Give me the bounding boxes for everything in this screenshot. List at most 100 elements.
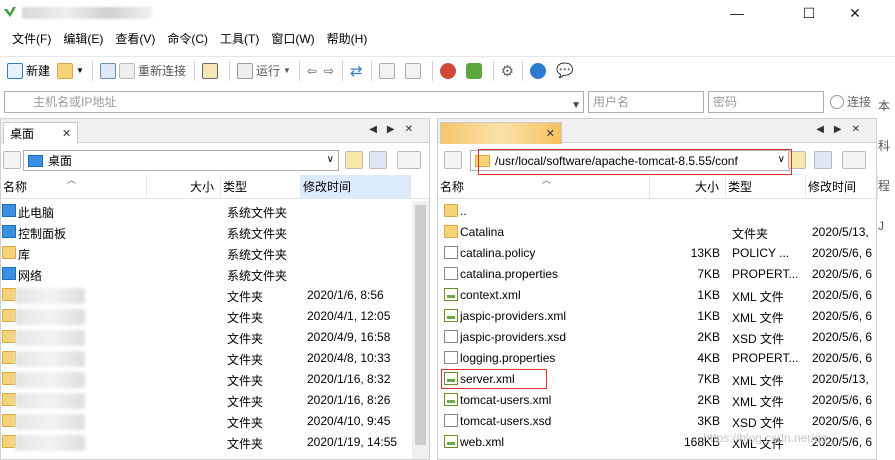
desktop-icon	[28, 154, 43, 167]
username-input[interactable]: 用户名	[588, 91, 704, 113]
file-row[interactable]: 网络 系统文件夹	[1, 264, 429, 285]
open-folder-button[interactable]: ▼	[54, 59, 87, 83]
menu-window[interactable]: 窗口(W)	[265, 28, 320, 50]
forward-button[interactable]: ⇨	[321, 59, 337, 83]
close-button[interactable]: ✕	[832, 0, 878, 26]
parent-folder-icon[interactable]	[345, 151, 363, 169]
folder-icon	[2, 309, 16, 322]
cell-name: ..	[460, 204, 467, 218]
local-scrollbar[interactable]	[412, 201, 429, 459]
file-row[interactable]: h……in文件夹2020/4/9, 16:58	[1, 327, 429, 348]
minimize-button[interactable]: —	[714, 0, 760, 26]
maximize-button[interactable]: ☐	[786, 0, 832, 26]
cell-name: catalina.policy	[460, 246, 536, 260]
new-button[interactable]: 新建	[4, 59, 53, 83]
menu-edit[interactable]: 编辑(E)	[57, 28, 109, 50]
view-mode-icon[interactable]	[842, 151, 866, 169]
file-row[interactable]: ……proje文件夹2020/4/10, 9:45	[1, 411, 429, 432]
tab-remote-session[interactable]: ✕	[440, 122, 562, 144]
winscp-button[interactable]	[463, 59, 488, 83]
file-row[interactable]: ……TT.js文件夹2020/1/16, 8:26	[1, 390, 429, 411]
watermark: https://blog.csdn.net/qq_…	[703, 431, 846, 445]
file-row[interactable]: tomcat-users.xsd 3KB XSD 文件 2020/5/6, 6	[438, 411, 876, 432]
putty-button[interactable]	[437, 59, 462, 83]
winscp-icon	[465, 62, 482, 79]
cell-size: 1KB	[697, 309, 720, 323]
chat-button[interactable]: 💬	[553, 59, 576, 83]
file-row[interactable]: catalina.properties 7KB PROPERT... 2020/5/6…	[438, 264, 876, 285]
title-bar: — ☐ ✕	[0, 0, 895, 26]
view-mode-icon[interactable]	[397, 151, 421, 169]
close-icon[interactable]: ✕	[62, 127, 71, 140]
col-size[interactable]: 大小	[147, 175, 221, 199]
session-list-button[interactable]	[199, 59, 224, 83]
reconnect-button[interactable]: 重新连接	[97, 59, 189, 83]
tab-scroll-arrows[interactable]: ◀▶✕	[816, 124, 870, 135]
local-path-bar: 桌面 ∨	[1, 147, 429, 173]
run-button[interactable]: 运行 ▼	[234, 59, 294, 83]
col-modified[interactable]: 修改时间	[806, 175, 878, 199]
cell-name: context.xml	[460, 288, 521, 302]
file-row[interactable]: ..	[438, 201, 876, 222]
remote-file-list: .. Catalina 文件夹 2020/5/13, catalina.policy 13…	[438, 201, 876, 453]
col-modified[interactable]: 修改时间	[301, 175, 411, 199]
cell-name: logging.properties	[460, 351, 556, 365]
file-row[interactable]: h……d文件夹2020/4/1, 12:05	[1, 306, 429, 327]
cell-size: 2KB	[697, 393, 720, 407]
help-button[interactable]	[527, 59, 552, 83]
file-row[interactable]: ec……ldsj文件夹2020/1/6, 8:56	[1, 285, 429, 306]
view-toggle-icon[interactable]	[3, 151, 21, 169]
file-row[interactable]: logging.properties 4KB PROPERT... 2020/5/6,…	[438, 348, 876, 369]
col-type[interactable]: 类型	[221, 175, 301, 199]
file-row[interactable]: n……nflux文件夹2020/1/19, 14:55	[1, 432, 429, 453]
local-path-select[interactable]: 桌面 ∨	[23, 150, 339, 171]
host-input[interactable]: 主机名或IP地址 ▼	[4, 91, 584, 113]
connect-button[interactable]: 连接	[830, 93, 871, 110]
file-row[interactable]: context.xml 1KB XML 文件 2020/5/6, 6	[438, 285, 876, 306]
file-row[interactable]: Catalina 文件夹 2020/5/13,	[438, 222, 876, 243]
file-row[interactable]: ……de文件夹2020/1/16, 8:32	[1, 369, 429, 390]
file-row[interactable]: jaspic-providers.xml 1KB XML 文件 2020/5/6, 6	[438, 306, 876, 327]
arrow-left-icon: ⇦	[306, 63, 317, 78]
menu-view[interactable]: 查看(V)	[109, 28, 161, 50]
file-row[interactable]: 此电脑 系统文件夹	[1, 201, 429, 222]
col-size[interactable]: 大小	[650, 175, 726, 199]
file-row[interactable]: jaspic-providers.xsd 2KB XSD 文件 2020/5/6, 6	[438, 327, 876, 348]
refresh-icon[interactable]	[369, 151, 387, 169]
redacted-name	[15, 414, 85, 430]
copy-button[interactable]	[376, 59, 401, 83]
cell-mtime: 2020/5/13,	[812, 225, 869, 239]
close-icon[interactable]: ✕	[546, 127, 555, 140]
file-row[interactable]: 库 系统文件夹	[1, 243, 429, 264]
menu-help[interactable]: 帮助(H)	[321, 28, 374, 50]
redacted-name	[15, 435, 85, 451]
view-toggle-icon[interactable]	[444, 151, 462, 169]
settings-button[interactable]: ⚙	[498, 59, 517, 83]
cell-name: Catalina	[460, 225, 505, 239]
cell-mtime: 2020/1/16, 8:32	[307, 372, 391, 386]
cell-mtime: 2020/5/6, 6	[812, 393, 873, 407]
password-input[interactable]: 密码	[708, 91, 824, 113]
menu-command[interactable]: 命令(C)	[161, 28, 214, 50]
menu-tools[interactable]: 工具(T)	[214, 28, 265, 50]
file-row[interactable]: catalina.policy 13KB POLICY ... 2020/5/6, 6	[438, 243, 876, 264]
gear-icon: ⚙	[500, 62, 515, 80]
cell-type: 文件夹	[227, 311, 264, 325]
refresh-icon[interactable]	[814, 151, 832, 169]
file-row[interactable]: 控制面板 系统文件夹	[1, 222, 429, 243]
scrollbar-thumb[interactable]	[415, 205, 426, 445]
file-row[interactable]: h……tend文件夹2020/4/8, 10:33	[1, 348, 429, 369]
tab-scroll-arrows[interactable]: ◀▶✕	[369, 124, 423, 135]
sync-button[interactable]: ⇄	[347, 59, 366, 83]
server-xml-highlight-box	[441, 369, 547, 389]
chevron-down-icon: ▼	[571, 100, 581, 111]
remote-column-header: 名称 ︿ 大小 类型 修改时间	[438, 175, 878, 199]
password-input-placeholder: 密码	[713, 95, 738, 109]
col-type[interactable]: 类型	[726, 175, 806, 199]
paste-button[interactable]	[402, 59, 427, 83]
back-button[interactable]: ⇦	[304, 59, 320, 83]
file-row[interactable]: tomcat-users.xml 2KB XML 文件 2020/5/6, 6	[438, 390, 876, 411]
menu-file[interactable]: 文件(F)	[6, 28, 57, 50]
chevron-down-icon: ▼	[76, 66, 84, 75]
tab-desktop[interactable]: 桌面 ✕	[3, 122, 79, 144]
